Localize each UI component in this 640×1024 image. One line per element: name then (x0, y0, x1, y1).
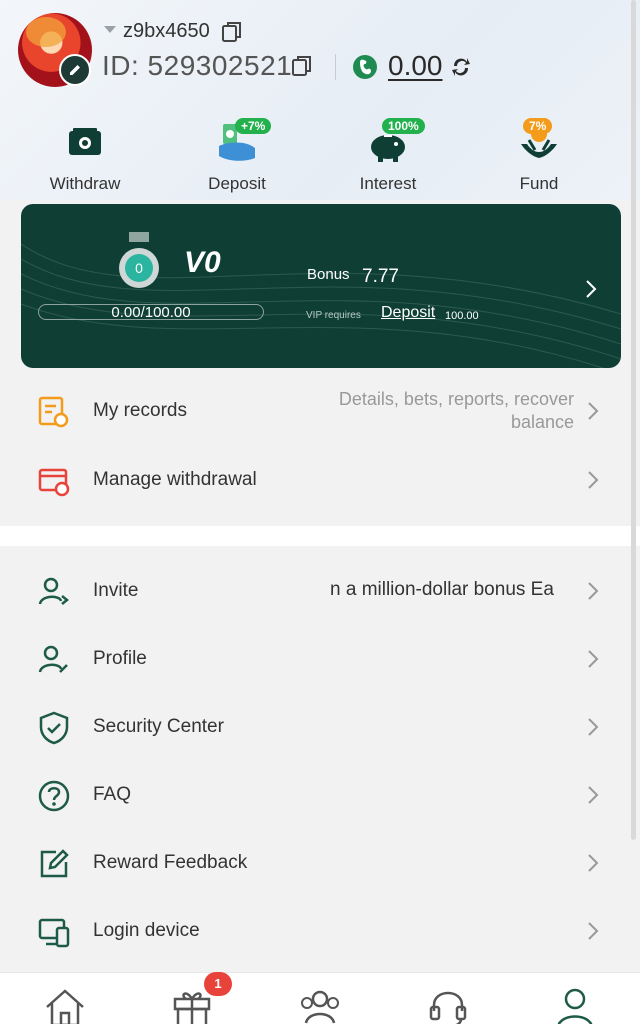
chevron-right-icon (586, 400, 600, 422)
quick-action-withdraw[interactable]: Withdraw (20, 120, 150, 194)
menu-item-label: Security Center (93, 716, 224, 737)
profile-icon (36, 642, 72, 678)
copy-id-icon[interactable] (292, 55, 312, 77)
vip-card-waves (21, 243, 621, 368)
invite-icon (36, 574, 72, 610)
account-switch-caret-icon[interactable] (104, 26, 116, 33)
menu-item-manage-withdrawal[interactable]: Manage withdrawal (0, 449, 640, 509)
scrollbar[interactable] (631, 0, 636, 840)
deposit-icon: +7% (215, 118, 272, 164)
menu-item-description: balance (510, 412, 574, 432)
header-divider (335, 54, 336, 80)
withdraw-icon (63, 120, 107, 164)
menu-item-reward-feedback[interactable]: Reward Feedback (0, 832, 640, 892)
quick-action-label: Withdraw (49, 174, 121, 193)
withdrawal-card-icon (36, 463, 72, 499)
records-icon (36, 394, 72, 430)
menu-item-invite[interactable]: Invite n a million-dollar bonus Ea (0, 560, 640, 620)
menu-item-profile[interactable]: Profile (0, 628, 640, 688)
feedback-icon (36, 846, 72, 882)
fund-badge: 7% (523, 118, 553, 134)
menu-item-label: Profile (93, 648, 147, 669)
edit-avatar-icon[interactable] (59, 54, 91, 86)
refresh-icon[interactable] (448, 54, 474, 80)
bottom-navigation (0, 972, 640, 1024)
chevron-right-icon (586, 469, 600, 491)
bonus-label: Bonus (307, 266, 350, 283)
chevron-right-icon (586, 648, 600, 670)
deposit-badge: +7% (235, 118, 272, 134)
invite-marquee-text: n a million-dollar bonus Ea (330, 579, 554, 600)
vip-progress-bar: 0.00/100.00 (38, 304, 264, 321)
chevron-right-icon (586, 716, 600, 738)
menu-item-label: Invite (93, 580, 139, 601)
vip-medal-icon: 0 (117, 232, 161, 292)
menu-item-label: Manage withdrawal (93, 469, 257, 490)
chevron-right-icon (586, 784, 600, 806)
menu-item-label: My records (93, 400, 187, 421)
menu-item-label: FAQ (93, 784, 132, 805)
menu-item-label: Reward Feedback (93, 852, 248, 873)
menu-item-security-center[interactable]: Security Center (0, 696, 640, 756)
agents-icon[interactable] (298, 985, 342, 1024)
interest-badge: 100% (382, 118, 425, 134)
quick-action-interest[interactable]: 100% Interest (323, 118, 453, 194)
quick-action-fund[interactable]: 7% Fund (474, 118, 604, 194)
vip-deposit-link[interactable]: Deposit (381, 304, 435, 322)
menu-item-my-records[interactable]: My records Details, bets, reports, recov… (0, 380, 640, 440)
wallet-icon (352, 54, 378, 80)
copy-username-icon[interactable] (222, 21, 242, 43)
chevron-right-icon (586, 580, 600, 602)
interest-icon: 100% (366, 118, 425, 164)
menu-item-faq[interactable]: FAQ (0, 764, 640, 824)
support-icon[interactable] (426, 985, 470, 1024)
vip-card[interactable]: 0 V0 0.00/100.00 Bonus 7.77 VIP requires… (21, 204, 621, 368)
menu-item-description: Details, bets, reports, recover (338, 389, 574, 409)
account-icon[interactable] (553, 985, 597, 1024)
balance-amount[interactable]: 0.00 (388, 50, 443, 82)
section-divider (0, 526, 640, 546)
fund-icon: 7% (517, 118, 561, 164)
quick-action-label: Fund (519, 174, 559, 193)
menu-item-login-device[interactable]: Login device (0, 900, 640, 960)
username: z9bx4650 (123, 20, 210, 42)
home-icon[interactable] (43, 985, 87, 1024)
chevron-right-icon (586, 852, 600, 874)
shield-icon (36, 710, 72, 746)
quick-action-deposit[interactable]: +7% Deposit (172, 118, 302, 194)
device-icon (36, 914, 72, 950)
menu-item-label: Login device (93, 920, 200, 941)
quick-action-label: Interest (359, 174, 417, 193)
vip-level: V0 (184, 246, 221, 279)
gift-notification-badge: 1 (204, 972, 232, 996)
vip-deposit-amount: 100.00 (445, 310, 479, 322)
vip-medal-number: 0 (135, 260, 143, 276)
quick-action-label: Deposit (208, 174, 266, 193)
chevron-right-icon (586, 920, 600, 942)
question-icon (36, 778, 72, 814)
chevron-right-icon[interactable] (584, 278, 598, 300)
user-id: ID: 529302521 (102, 50, 293, 81)
bonus-value: 7.77 (362, 266, 399, 287)
vip-progress-text: 0.00/100.00 (111, 304, 191, 321)
vip-requires-label: VIP requires (306, 310, 361, 321)
